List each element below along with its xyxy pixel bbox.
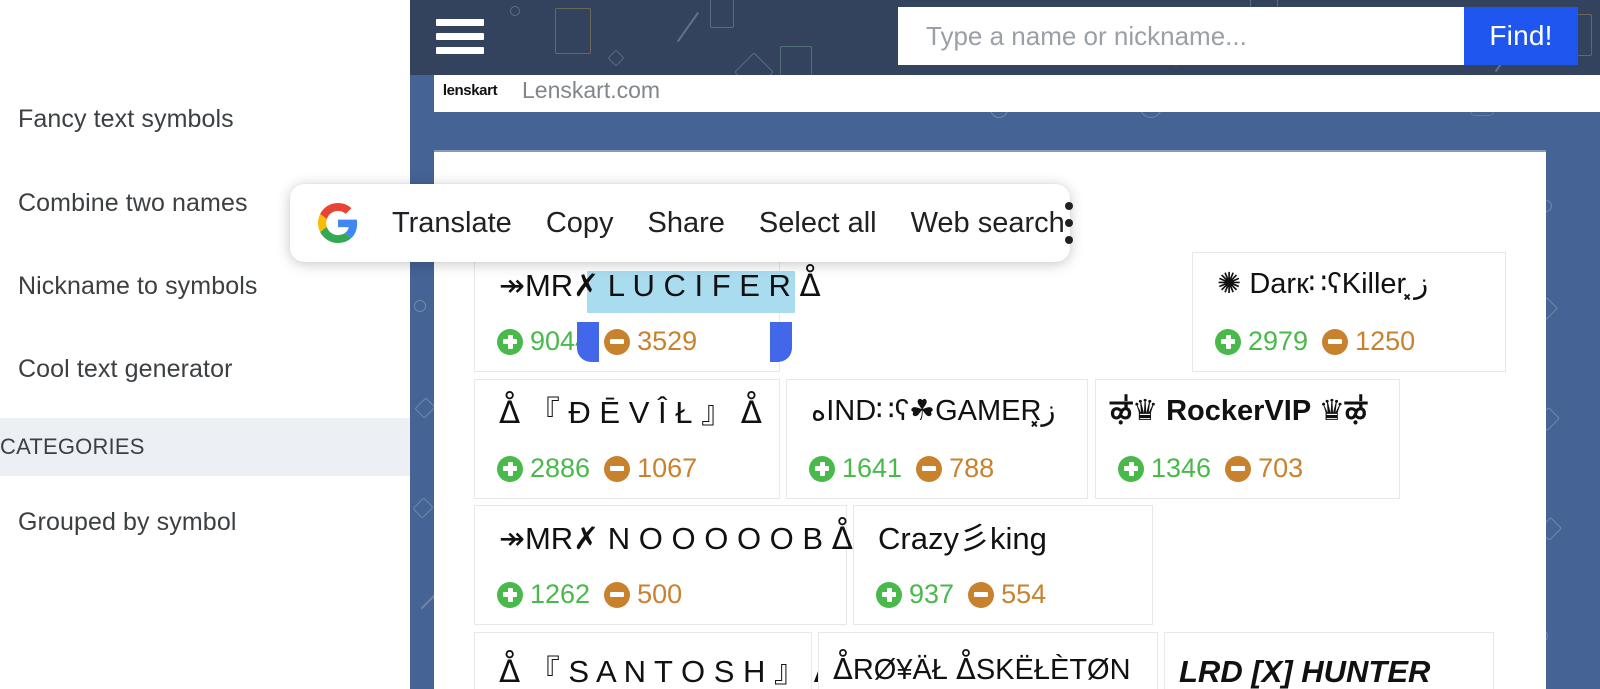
nickname-card[interactable]: Crazy彡king 937 554 — [853, 505, 1153, 625]
thumbs-up-icon — [1215, 329, 1241, 355]
nickname-text: ऴ॑♛ RockerVIP ♛ऴ॑ — [1110, 396, 1389, 428]
thumbs-up-icon — [876, 582, 902, 608]
nickname-card[interactable]: ᐂRØ¥ÄŁ ᐂSKËŁÈTØN — [818, 632, 1158, 689]
hamburger-icon[interactable] — [436, 14, 484, 58]
top-navigation-bar: Find! — [410, 0, 1600, 75]
thumbs-up-icon — [1118, 456, 1144, 482]
downvote-count: 1067 — [637, 453, 697, 484]
sidebar-section-categories: CATEGORIES — [0, 418, 410, 476]
screen: with friends. Click to copy. ↠MR✗ L U C … — [0, 0, 1600, 689]
selection-handle-end[interactable] — [770, 322, 792, 362]
upvote-count: 1346 — [1151, 453, 1211, 484]
nickname-text: ✺ Darк∷ʕKiller ز͓ — [1217, 269, 1495, 301]
sidebar-item-label: Cool text generator — [18, 355, 233, 384]
upvote-count: 937 — [909, 579, 954, 610]
nickname-card[interactable]: ᐂ 『 S A N T O S H 』 ᐂ — [474, 632, 812, 689]
context-menu-item-select-all[interactable]: Select all — [759, 207, 877, 240]
context-menu-item-share[interactable]: Share — [648, 207, 725, 240]
nickname-text: ↠MR✗ N O O O O O B ᐂ — [499, 522, 836, 556]
downvote[interactable]: 554 — [968, 579, 1046, 610]
nickname-card[interactable]: ᐂ 『 Ð Ē V Î Ł 』 ᐂ 2886 1067 — [474, 379, 780, 499]
upvote[interactable]: 2979 — [1215, 326, 1308, 357]
thumbs-up-icon — [497, 582, 523, 608]
upvote-count: 1262 — [530, 579, 590, 610]
downvote-count: 500 — [637, 579, 682, 610]
sidebar-item-label: Fancy text symbols — [18, 105, 234, 134]
nickname-card[interactable]: ↠MR✗ N O O O O O B ᐂ 1262 500 — [474, 505, 847, 625]
sidebar-item-cool-text-generator[interactable]: Cool text generator — [18, 349, 398, 389]
sidebar-item-grouped-by-symbol[interactable]: Grouped by symbol — [18, 502, 398, 542]
downvote-count: 3529 — [637, 326, 697, 357]
sidebar-item-nickname-to-symbols[interactable]: Nickname to symbols — [18, 266, 398, 306]
downvote-count: 703 — [1258, 453, 1303, 484]
vote-counts: 1346 703 — [1118, 453, 1303, 484]
thumbs-up-icon — [497, 456, 523, 482]
nickname-text: ᐂ 『 S A N T O S H 』 ᐂ — [499, 655, 801, 689]
nickname-text: LRD [X] HUNTER — [1179, 655, 1483, 689]
vote-counts: 2886 1067 — [497, 453, 697, 484]
selection-handle-start[interactable] — [577, 322, 599, 362]
thumbs-up-icon — [809, 456, 835, 482]
nickname-card[interactable]: هIND∷ʕ☘GAMERز͓ 1641 788 — [786, 379, 1088, 499]
sidebar-item-fancy-text-symbols[interactable]: Fancy text symbols — [18, 99, 398, 139]
upvote[interactable]: 2886 — [497, 453, 590, 484]
vote-counts: 1262 500 — [497, 579, 682, 610]
nickname-text: هIND∷ʕ☘GAMERز͓ — [811, 396, 1077, 428]
nickname-card[interactable]: ↠MR✗ L U C I F E R ᐂ 9044 3529 — [474, 252, 780, 372]
upvote[interactable]: 1641 — [809, 453, 902, 484]
search-bar: Find! — [898, 7, 1578, 65]
upvote-count: 2886 — [530, 453, 590, 484]
find-button[interactable]: Find! — [1464, 7, 1578, 65]
nickname-text: ↠MR✗ L U C I F E R ᐂ — [499, 269, 769, 303]
downvote-count: 788 — [949, 453, 994, 484]
downvote-count: 554 — [1001, 579, 1046, 610]
upvote[interactable]: 1262 — [497, 579, 590, 610]
downvote[interactable]: 500 — [604, 579, 682, 610]
search-input[interactable] — [898, 7, 1464, 65]
downvote[interactable]: 788 — [916, 453, 994, 484]
text-selection-context-menu: Translate Copy Share Select all Web sear… — [290, 184, 1070, 262]
upvote-count: 1641 — [842, 453, 902, 484]
vote-counts: 2979 1250 — [1215, 326, 1415, 357]
downvote-count: 1250 — [1355, 326, 1415, 357]
thumbs-down-icon — [604, 456, 630, 482]
upvote[interactable]: 1346 — [1118, 453, 1211, 484]
thumbs-down-icon — [604, 582, 630, 608]
context-menu-item-translate[interactable]: Translate — [392, 207, 512, 240]
vote-counts: 1641 788 — [809, 453, 994, 484]
nickname-text: Crazy彡king — [878, 522, 1142, 556]
ad-url-text: Lenskart.com — [522, 77, 660, 104]
thumbs-down-icon — [916, 456, 942, 482]
thumbs-down-icon — [1225, 456, 1251, 482]
nickname-card[interactable]: ✺ Darк∷ʕKiller ز͓ 2979 1250 — [1192, 252, 1506, 372]
downvote[interactable]: 3529 — [604, 326, 697, 357]
upvote[interactable]: 937 — [876, 579, 954, 610]
nickname-card[interactable]: LRD [X] HUNTER — [1164, 632, 1494, 689]
context-menu-item-web-search[interactable]: Web search — [911, 207, 1065, 240]
sidebar-item-label: Nickname to symbols — [18, 272, 257, 301]
sidebar-item-label: Grouped by symbol — [18, 508, 236, 537]
nickname-text: ᐂ 『 Ð Ē V Î Ł 』 ᐂ — [499, 396, 769, 430]
sidebar-section-label: CATEGORIES — [0, 434, 145, 460]
more-vertical-icon[interactable] — [1065, 202, 1073, 244]
vote-counts: 937 554 — [876, 579, 1046, 610]
sidebar-drawer: Fancy text symbols Combine two names Nic… — [0, 0, 410, 689]
thumbs-down-icon — [1322, 329, 1348, 355]
thumbs-down-icon — [968, 582, 994, 608]
downvote[interactable]: 703 — [1225, 453, 1303, 484]
nickname-card[interactable]: ऴ॑♛ RockerVIP ♛ऴ॑ 1346 703 — [1095, 379, 1400, 499]
thumbs-up-icon — [497, 329, 523, 355]
downvote[interactable]: 1067 — [604, 453, 697, 484]
thumbs-down-icon — [604, 329, 630, 355]
downvote[interactable]: 1250 — [1322, 326, 1415, 357]
nickname-text: ᐂRØ¥ÄŁ ᐂSKËŁÈTØN — [833, 655, 1147, 687]
context-menu-item-copy[interactable]: Copy — [546, 207, 614, 240]
google-g-icon — [318, 203, 358, 243]
sidebar-item-label: Combine two names — [18, 189, 248, 218]
upvote-count: 2979 — [1248, 326, 1308, 357]
